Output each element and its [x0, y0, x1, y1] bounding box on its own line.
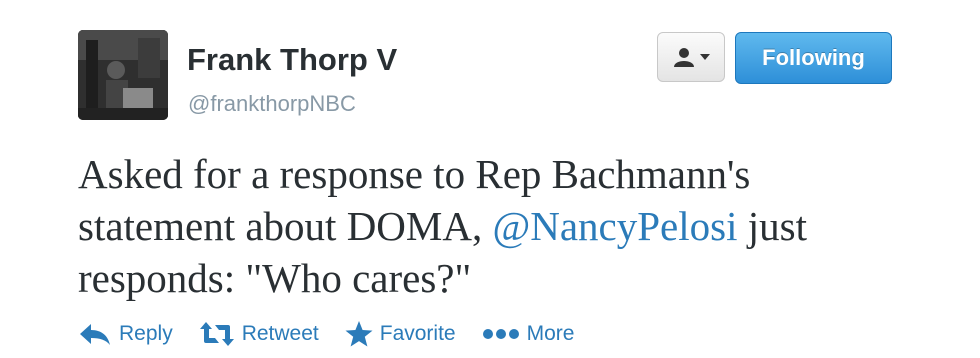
tweet-line-3: responds: "Who cares?": [78, 255, 472, 301]
favorite-button[interactable]: Favorite: [345, 321, 456, 347]
tweet-line-1: Asked for a response to Rep Bachmann's: [78, 151, 751, 197]
star-icon: [345, 321, 373, 347]
user-actions-dropdown[interactable]: [657, 32, 725, 82]
avatar[interactable]: [78, 30, 168, 120]
following-button[interactable]: Following: [735, 32, 892, 84]
author-handle[interactable]: @frankthorpNBC: [188, 91, 356, 117]
reply-button[interactable]: Reply: [78, 322, 173, 346]
tweet-text: Asked for a response to Rep Bachmann's s…: [78, 148, 958, 304]
avatar-photo: [78, 30, 168, 120]
favorite-label: Favorite: [379, 322, 456, 345]
tweet-actions: Reply Retweet Favorite More: [78, 318, 600, 350]
more-label: More: [526, 322, 575, 345]
author-name[interactable]: Frank Thorp V: [187, 42, 397, 78]
more-dots-icon: [482, 328, 520, 340]
retweet-icon: [199, 322, 235, 346]
reply-label: Reply: [119, 322, 173, 345]
retweet-label: Retweet: [241, 322, 319, 345]
tweet-line-2-tail: just: [737, 203, 807, 249]
person-icon: [673, 48, 694, 67]
tweet-line-2-text: statement about DOMA,: [78, 203, 493, 249]
retweet-button[interactable]: Retweet: [199, 322, 319, 346]
caret-down-icon: [699, 54, 710, 60]
mention-link[interactable]: @NancyPelosi: [492, 203, 737, 249]
tweet-line-2: statement about DOMA, @NancyPelosi just: [78, 200, 958, 252]
tweet-card: Frank Thorp V @frankthorpNBC Following A…: [0, 0, 980, 358]
reply-icon: [78, 322, 112, 346]
more-button[interactable]: More: [482, 322, 575, 346]
